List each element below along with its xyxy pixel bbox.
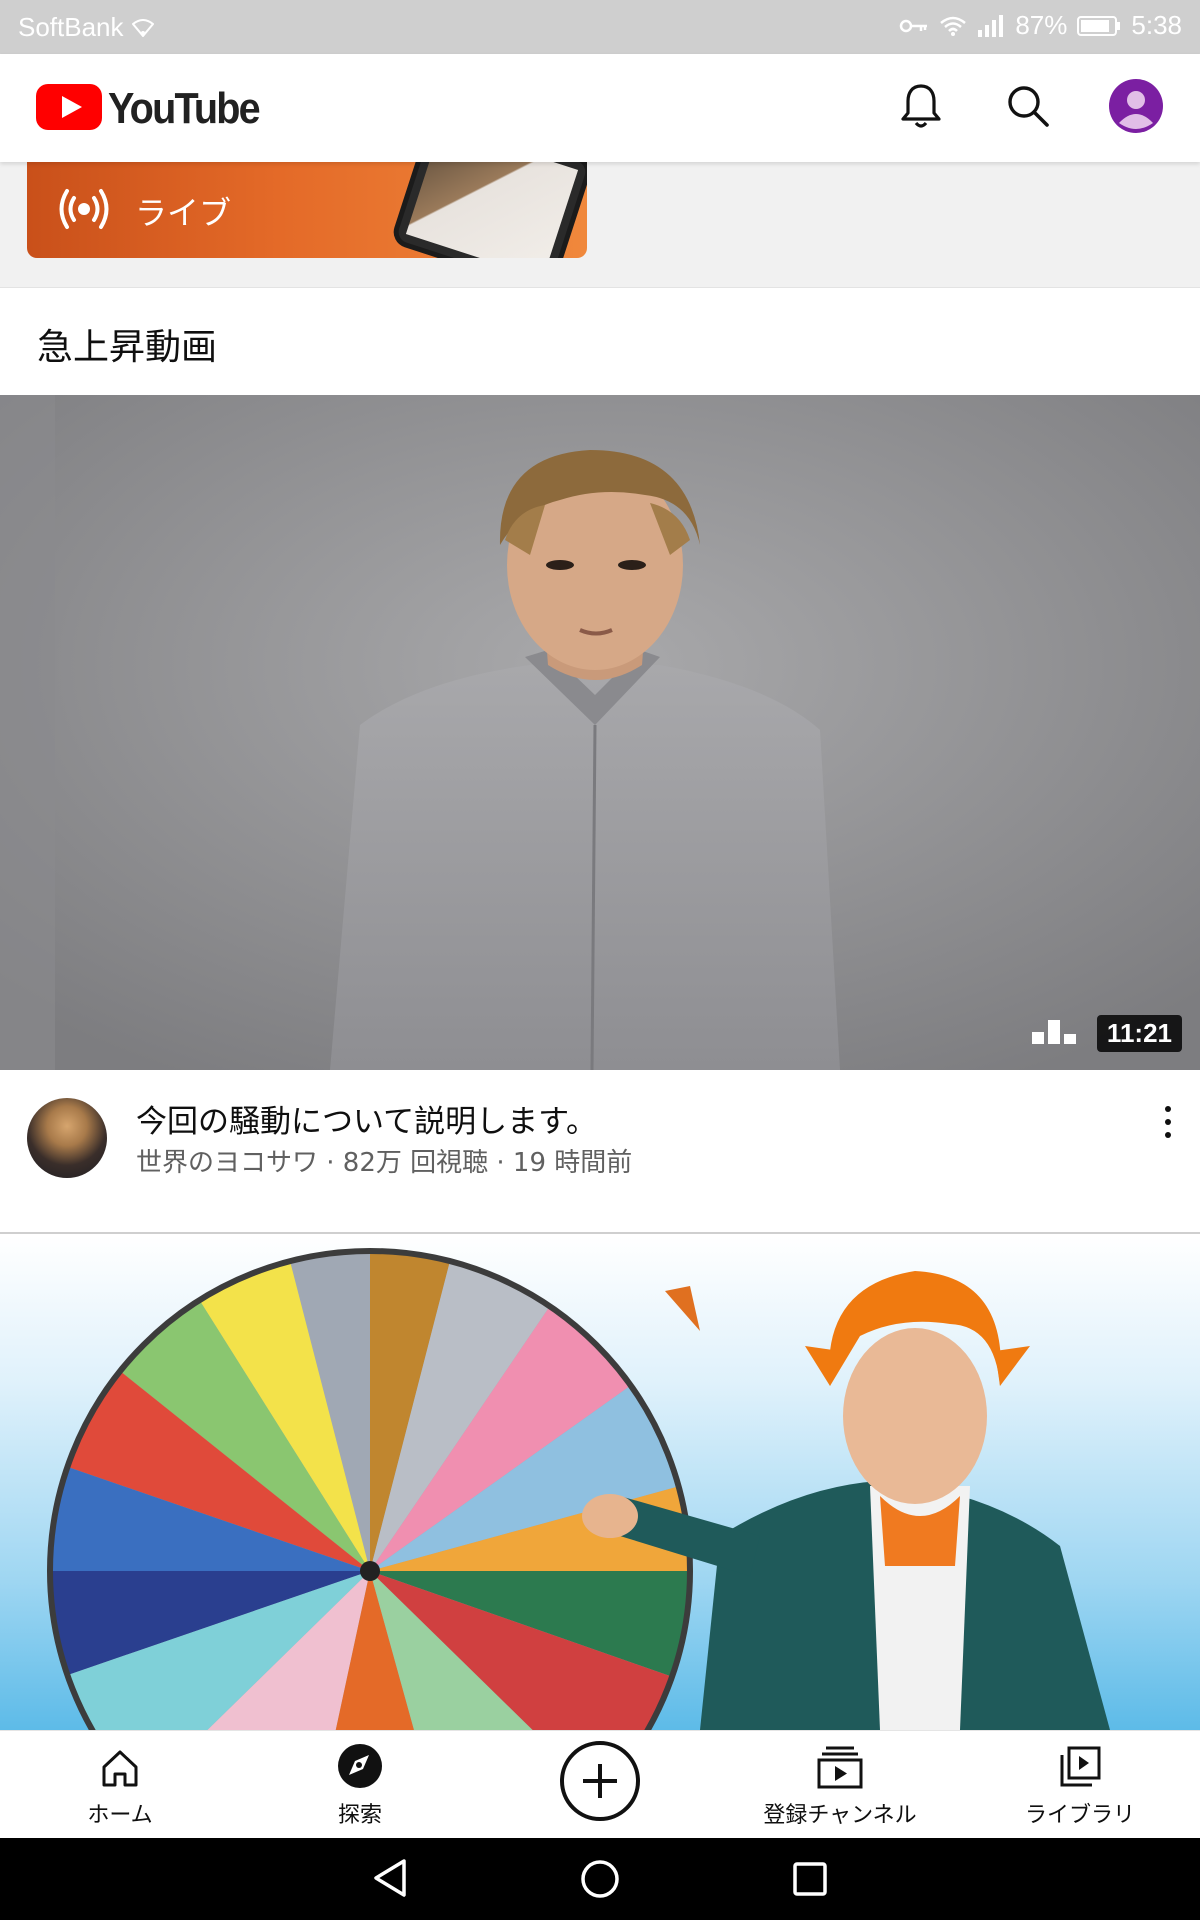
account-button[interactable] [1108, 79, 1164, 137]
video-thumbnail-2[interactable] [0, 1236, 1200, 1730]
phone-illustration [389, 162, 587, 258]
create-icon [559, 1731, 641, 1831]
video-title[interactable]: 今回の騒動について説明します。 [136, 1096, 597, 1141]
youtube-play-icon [36, 84, 102, 134]
search-button[interactable] [1000, 80, 1056, 136]
thumbnail-image [0, 395, 1200, 1070]
vpn-key-icon [899, 18, 929, 34]
nav-create[interactable] [540, 1731, 660, 1839]
cell-signal-icon [977, 14, 1005, 38]
wifi-signal-icon [939, 15, 967, 37]
video-subtitle: 世界のヨコサワ · 82万 回視聴 · 19 時間前 [136, 1148, 633, 1178]
battery-icon [1077, 15, 1121, 37]
home-icon [99, 1731, 141, 1793]
battery-percent: 87% [1015, 10, 1068, 40]
nav-home-label: ホーム [87, 1803, 153, 1828]
nav-library[interactable]: ライブラリ [1000, 1731, 1160, 1839]
wifi-icon [131, 18, 154, 37]
clock: 5:38 [1131, 10, 1182, 40]
app-bar: YouTube [0, 54, 1200, 162]
nav-explore[interactable]: 探索 [300, 1731, 420, 1839]
nav-explore-label: 探索 [337, 1803, 382, 1828]
section-title: 急上昇動画 [37, 327, 218, 368]
duration-badge: 11:21 [1096, 1015, 1182, 1052]
bottom-navigation: ホーム 探索 登録チャンネル ライブラリ [0, 1730, 1200, 1838]
explore-icon [337, 1731, 383, 1793]
recents-icon[interactable] [792, 1861, 828, 1901]
live-broadcast-icon [57, 184, 111, 238]
carrier-label: SoftBank [18, 12, 124, 42]
home-circle-icon[interactable] [580, 1859, 620, 1903]
status-bar: SoftBank 87% 5:38 [0, 0, 1200, 54]
nav-library-label: ライブラリ [1024, 1803, 1135, 1828]
subscriptions-icon [816, 1731, 864, 1793]
bell-icon [900, 82, 942, 134]
nav-subscriptions[interactable]: 登録チャンネル [740, 1731, 940, 1839]
youtube-wordmark: YouTube [108, 84, 261, 133]
youtube-logo[interactable]: YouTube [36, 84, 276, 134]
live-destination-card[interactable]: ライブ [27, 162, 587, 258]
system-navigation-bar [0, 1838, 1200, 1920]
account-avatar-icon [1109, 79, 1163, 137]
video-thumbnail[interactable]: 11:21 [0, 395, 1200, 1070]
roulette-thumbnail-image [47, 1248, 1110, 1730]
channel-avatar[interactable] [27, 1098, 107, 1178]
back-icon[interactable] [372, 1858, 408, 1902]
video-metadata[interactable]: 今回の騒動について説明します。 世界のヨコサワ · 82万 回視聴 · 19 時… [0, 1070, 1200, 1234]
notifications-button[interactable] [893, 80, 949, 136]
live-label: ライブ [135, 194, 232, 232]
search-icon [1006, 84, 1050, 132]
library-icon [1058, 1731, 1102, 1793]
nav-subscriptions-label: 登録チャンネル [763, 1803, 917, 1828]
explore-chips-area: ライブ [0, 162, 1200, 288]
nav-home[interactable]: ホーム [60, 1731, 180, 1839]
bars-icon [1032, 1018, 1078, 1048]
more-options-icon[interactable] [1156, 1100, 1180, 1144]
